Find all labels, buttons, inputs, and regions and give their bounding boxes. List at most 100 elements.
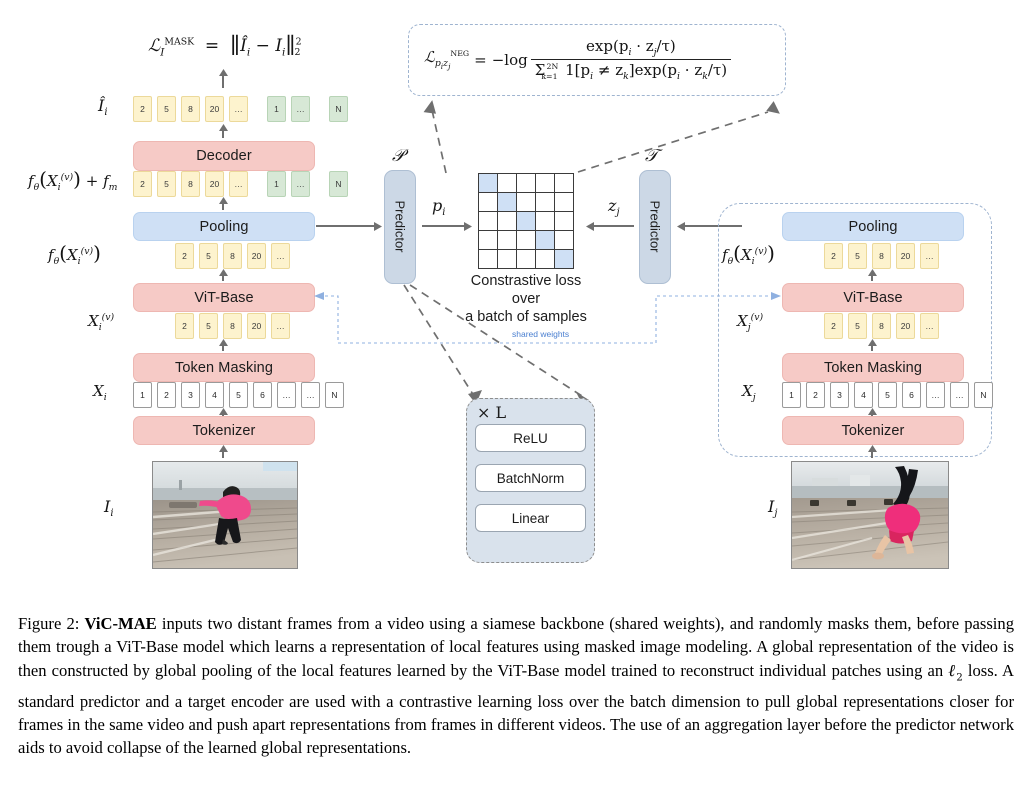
token: … bbox=[920, 313, 939, 339]
mlp-item-relu[interactable]: ReLU bbox=[475, 424, 586, 452]
matrix-cell bbox=[479, 231, 498, 250]
token: 5 bbox=[157, 96, 176, 122]
token: 20 bbox=[205, 171, 224, 197]
token: 1 bbox=[267, 171, 286, 197]
token: … bbox=[291, 96, 310, 122]
token-row-masked-left: 2 5 8 20 … bbox=[175, 313, 295, 339]
token: … bbox=[291, 171, 310, 197]
matrix-cell bbox=[536, 212, 555, 231]
block-decoder[interactable]: Decoder bbox=[133, 141, 315, 171]
label-f-theta-x-left: fθ(Xi(v)) bbox=[48, 241, 101, 267]
matrix-cell bbox=[555, 231, 574, 250]
token-row-features-left: 2 5 8 20 … bbox=[175, 243, 295, 269]
token-row-masked-right: 2 5 8 20 … bbox=[824, 313, 944, 339]
token-row-features-right: 2 5 8 20 … bbox=[824, 243, 944, 269]
token: 8 bbox=[872, 243, 891, 269]
arrowhead-right-icon bbox=[464, 221, 472, 231]
arrowhead-up-icon bbox=[218, 69, 228, 76]
mlp-item-linear[interactable]: Linear bbox=[475, 504, 586, 532]
token: N bbox=[329, 96, 348, 122]
token: 8 bbox=[223, 313, 242, 339]
token: N bbox=[329, 171, 348, 197]
mlp-item-batchnorm[interactable]: BatchNorm bbox=[475, 464, 586, 492]
token: 6 bbox=[902, 382, 921, 408]
token: 5 bbox=[199, 243, 218, 269]
matrix-cell bbox=[536, 193, 555, 212]
block-pooling-left[interactable]: Pooling bbox=[133, 212, 315, 241]
arrow-predictor-right-to-matrix bbox=[592, 225, 634, 227]
token: 2 bbox=[157, 382, 176, 408]
token: 5 bbox=[199, 313, 218, 339]
token: 8 bbox=[181, 171, 200, 197]
matrix-cell bbox=[536, 174, 555, 193]
matrix-cell bbox=[498, 250, 517, 269]
token: … bbox=[277, 382, 296, 408]
token: … bbox=[301, 382, 320, 408]
token: … bbox=[926, 382, 945, 408]
token-row-decoder-input: 2 5 8 20 … 1 … N bbox=[133, 171, 353, 197]
figure-title: ViC-MAE bbox=[84, 614, 157, 633]
token: 5 bbox=[848, 313, 867, 339]
label-f-theta-plus-fm: fθ(Xi(v)) + fm bbox=[28, 167, 118, 193]
arrowhead-up-icon bbox=[218, 408, 228, 415]
token: … bbox=[271, 243, 290, 269]
matrix-cell bbox=[479, 174, 498, 193]
arrowhead-up-icon bbox=[867, 269, 877, 276]
arrowhead-up-icon bbox=[218, 124, 228, 131]
token-row-input-right: 1 2 3 4 5 6 … … N bbox=[782, 382, 998, 408]
matrix-cell bbox=[498, 174, 517, 193]
block-tokenizer-right[interactable]: Tokenizer bbox=[782, 416, 964, 445]
figure-diagram: ℒIMASK = ∥Îi − Ii∥22 Îi 2 5 8 20 … 1 … N… bbox=[0, 0, 1032, 600]
arrow-pooling-to-predictor bbox=[316, 225, 374, 227]
label-x-j-v: Xj(v) bbox=[737, 312, 764, 333]
arrow-predictor-to-matrix bbox=[422, 225, 464, 227]
token: 5 bbox=[878, 382, 897, 408]
block-token-masking-left[interactable]: Token Masking bbox=[133, 353, 315, 382]
shared-weights-label: shared weights bbox=[512, 329, 570, 339]
token: 8 bbox=[181, 96, 200, 122]
arrowhead-up-icon bbox=[867, 408, 877, 415]
matrix-cell bbox=[517, 193, 536, 212]
token: 20 bbox=[247, 313, 266, 339]
token: 8 bbox=[223, 243, 242, 269]
frame-image-right bbox=[791, 461, 949, 569]
figure-number: Figure 2: bbox=[18, 614, 80, 633]
matrix-caption: Constrastive loss over a batch of sample… bbox=[455, 272, 597, 326]
contrastive-matrix bbox=[478, 173, 574, 269]
matrix-cell bbox=[498, 212, 517, 231]
arrowhead-up-icon bbox=[218, 269, 228, 276]
label-z-j: zj bbox=[608, 196, 620, 219]
arrowhead-left-icon bbox=[586, 221, 594, 231]
token: 20 bbox=[896, 313, 915, 339]
block-vit-base-left[interactable]: ViT-Base bbox=[133, 283, 315, 312]
token: 5 bbox=[848, 243, 867, 269]
frame-image-left bbox=[152, 461, 298, 569]
arrowhead-up-icon bbox=[867, 339, 877, 346]
token: 2 bbox=[175, 313, 194, 339]
arrowhead-up-icon bbox=[867, 445, 877, 452]
token: 2 bbox=[824, 313, 843, 339]
block-token-masking-right[interactable]: Token Masking bbox=[782, 353, 964, 382]
predictor-left[interactable]: Predictor bbox=[384, 170, 416, 284]
matrix-cell bbox=[536, 250, 555, 269]
token: … bbox=[920, 243, 939, 269]
matrix-cell bbox=[536, 231, 555, 250]
label-p-i: pi bbox=[432, 196, 446, 219]
matrix-cell bbox=[479, 193, 498, 212]
block-tokenizer-left[interactable]: Tokenizer bbox=[133, 416, 315, 445]
token: N bbox=[325, 382, 344, 408]
token: … bbox=[271, 313, 290, 339]
token: 1 bbox=[133, 382, 152, 408]
block-vit-base-right[interactable]: ViT-Base bbox=[782, 283, 964, 312]
caption-l2-symbol: ℓ2 bbox=[948, 660, 963, 684]
label-x-i: Xi bbox=[93, 382, 107, 403]
token: 2 bbox=[133, 171, 152, 197]
matrix-cell bbox=[517, 212, 536, 231]
token-row-reconstruction: 2 5 8 20 … 1 … N bbox=[133, 96, 353, 122]
predictor-right[interactable]: Predictor bbox=[639, 170, 671, 284]
arrowhead-right-icon bbox=[374, 221, 382, 231]
block-pooling-right[interactable]: Pooling bbox=[782, 212, 964, 241]
token-row-input-left: 1 2 3 4 5 6 … … N bbox=[133, 382, 349, 408]
predictor-right-label: Predictor bbox=[647, 200, 663, 253]
token: 2 bbox=[824, 243, 843, 269]
